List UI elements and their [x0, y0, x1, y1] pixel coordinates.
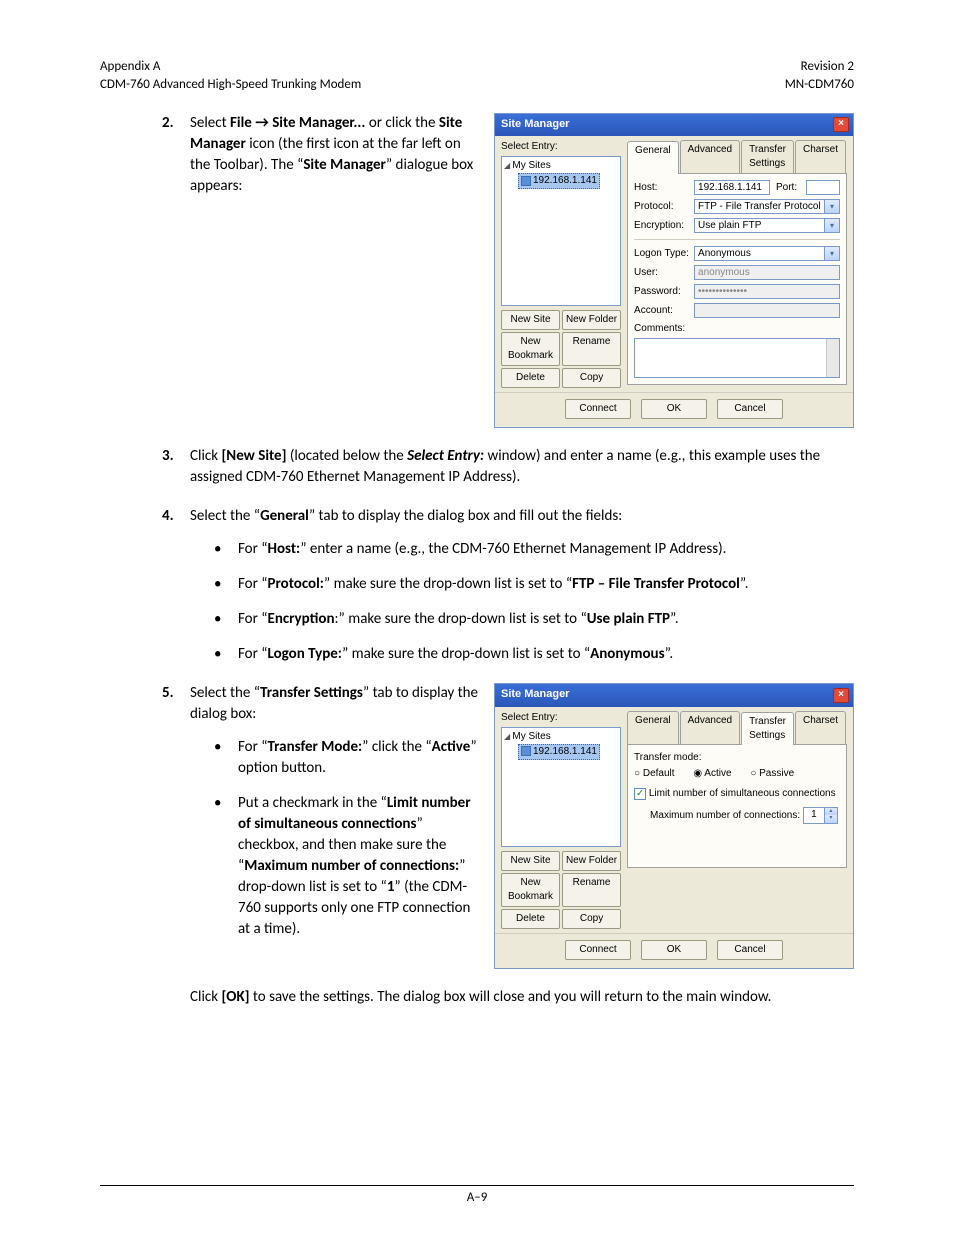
- chevron-down-icon[interactable]: ▾: [825, 815, 837, 823]
- dialog-title: Site Manager: [501, 687, 569, 702]
- comments-label: Comments:: [634, 322, 840, 336]
- chevron-down-icon: ▾: [824, 247, 839, 260]
- step-5-text: Select the “Transfer Settings” tab to di…: [190, 683, 480, 725]
- encryption-select[interactable]: Use plain FTP▾: [694, 218, 840, 233]
- tab-general[interactable]: General: [627, 141, 679, 174]
- password-input: ••••••••••••••: [694, 284, 840, 299]
- new-site-button[interactable]: New Site: [501, 851, 560, 871]
- step-4-bullet-logon: For “Logon Type:” make sure the drop-dow…: [190, 644, 854, 665]
- account-input: [694, 303, 840, 318]
- step-4-bullet-encryption: For “Encryption:” make sure the drop-dow…: [190, 609, 854, 630]
- tab-advanced[interactable]: Advanced: [680, 140, 740, 173]
- chevron-down-icon: ▾: [824, 219, 839, 232]
- encryption-label: Encryption:: [634, 219, 694, 233]
- ok-button[interactable]: OK: [641, 399, 707, 419]
- dialog-titlebar: Site Manager ×: [495, 684, 853, 706]
- page-number: A–9: [467, 1190, 488, 1205]
- site-manager-dialog-general: Site Manager × Select Entry: My Sites 19…: [494, 113, 854, 428]
- step-3-text: Click [New Site] (located below the Sele…: [190, 446, 854, 488]
- server-icon: [521, 176, 531, 186]
- user-input: anonymous: [694, 265, 840, 280]
- step-4-text: Select the “General” tab to display the …: [190, 506, 854, 527]
- tab-transfer-settings[interactable]: Transfer Settings: [741, 712, 794, 745]
- page-header: Appendix A CDM-760 Advanced High-Speed T…: [100, 58, 854, 93]
- max-connections-label: Maximum number of connections:: [650, 810, 800, 821]
- rename-button[interactable]: Rename: [562, 873, 621, 907]
- limit-connections-label: Limit number of simultaneous connections: [649, 788, 836, 799]
- logon-type-select[interactable]: Anonymous▾: [694, 246, 840, 261]
- step-5-bullet-limit: Put a checkmark in the “Limit number of …: [190, 793, 480, 940]
- dialog-title: Site Manager: [501, 117, 569, 132]
- step-2-number: 2.: [100, 113, 190, 197]
- logon-type-label: Logon Type:: [634, 247, 694, 261]
- step-4-number: 4.: [100, 506, 190, 527]
- delete-button[interactable]: Delete: [501, 368, 560, 388]
- copy-button[interactable]: Copy: [562, 909, 621, 929]
- rename-button[interactable]: Rename: [562, 332, 621, 366]
- step-3-number: 3.: [100, 446, 190, 488]
- ok-button[interactable]: OK: [641, 940, 707, 960]
- step-5-number: 5.: [100, 683, 190, 725]
- tab-general[interactable]: General: [627, 711, 679, 744]
- protocol-select[interactable]: FTP - File Transfer Protocol▾: [694, 199, 840, 214]
- tab-advanced[interactable]: Advanced: [680, 711, 740, 744]
- site-manager-dialog-transfer: Site Manager × Select Entry: My Sites 19…: [494, 683, 854, 968]
- page-footer: A–9: [100, 1185, 854, 1205]
- connect-button[interactable]: Connect: [565, 940, 631, 960]
- cancel-button[interactable]: Cancel: [717, 940, 783, 960]
- dialog-titlebar: Site Manager ×: [495, 114, 853, 136]
- port-input[interactable]: [806, 180, 840, 195]
- user-label: User:: [634, 266, 694, 280]
- select-entry-label: Select Entry:: [501, 140, 621, 154]
- port-label: Port:: [776, 181, 806, 195]
- server-icon: [521, 746, 531, 756]
- new-bookmark-button[interactable]: New Bookmark: [501, 332, 560, 366]
- radio-default[interactable]: ○ Default: [634, 768, 683, 779]
- connect-button[interactable]: Connect: [565, 399, 631, 419]
- protocol-label: Protocol:: [634, 200, 694, 214]
- close-icon[interactable]: ×: [833, 688, 849, 703]
- host-input[interactable]: 192.168.1.141: [694, 180, 770, 195]
- new-site-button[interactable]: New Site: [501, 310, 560, 330]
- close-icon[interactable]: ×: [833, 117, 849, 132]
- tree-root[interactable]: My Sites: [504, 159, 618, 173]
- account-label: Account:: [634, 304, 694, 318]
- tab-charset[interactable]: Charset: [795, 140, 846, 173]
- step-5-closing: Click [OK] to save the settings. The dia…: [100, 987, 854, 1008]
- cancel-button[interactable]: Cancel: [717, 399, 783, 419]
- content: 2. Select File → Site Manager... or clic…: [100, 113, 854, 1008]
- tree-item-ip[interactable]: 192.168.1.141: [518, 744, 600, 760]
- delete-button[interactable]: Delete: [501, 909, 560, 929]
- new-folder-button[interactable]: New Folder: [562, 310, 621, 330]
- step-2-text: Select File → Site Manager... or click t…: [190, 113, 480, 197]
- copy-button[interactable]: Copy: [562, 368, 621, 388]
- step-4-bullet-host: For “Host:” enter a name (e.g., the CDM-…: [190, 539, 854, 560]
- tree-root[interactable]: My Sites: [504, 730, 618, 744]
- tab-transfer-settings[interactable]: Transfer Settings: [741, 140, 794, 173]
- header-right: Revision 2 MN-CDM760: [785, 58, 854, 93]
- host-label: Host:: [634, 181, 694, 195]
- max-connections-spinner[interactable]: 1 ▴▾: [803, 807, 838, 824]
- header-left: Appendix A CDM-760 Advanced High-Speed T…: [100, 58, 361, 93]
- comments-input[interactable]: [634, 338, 840, 378]
- tab-charset[interactable]: Charset: [795, 711, 846, 744]
- limit-connections-checkbox[interactable]: ✓: [634, 788, 646, 800]
- step-4-bullet-protocol: For “Protocol:” make sure the drop-down …: [190, 574, 854, 595]
- radio-active[interactable]: ◉ Active: [693, 768, 739, 779]
- chevron-up-icon[interactable]: ▴: [825, 808, 837, 816]
- site-tree[interactable]: My Sites 192.168.1.141: [501, 156, 621, 306]
- site-tree[interactable]: My Sites 192.168.1.141: [501, 727, 621, 847]
- chevron-down-icon: ▾: [824, 200, 839, 213]
- new-bookmark-button[interactable]: New Bookmark: [501, 873, 560, 907]
- select-entry-label: Select Entry:: [501, 711, 621, 725]
- scrollbar[interactable]: [826, 339, 839, 377]
- password-label: Password:: [634, 285, 694, 299]
- tree-item-ip[interactable]: 192.168.1.141: [518, 173, 600, 189]
- step-5-bullet-mode: For “Transfer Mode:” click the “Active” …: [190, 737, 480, 779]
- transfer-mode-radios: ○ Default ◉ Active ○ Passive: [634, 767, 840, 781]
- transfer-mode-label: Transfer mode:: [634, 751, 840, 765]
- radio-passive[interactable]: ○ Passive: [750, 768, 802, 779]
- new-folder-button[interactable]: New Folder: [562, 851, 621, 871]
